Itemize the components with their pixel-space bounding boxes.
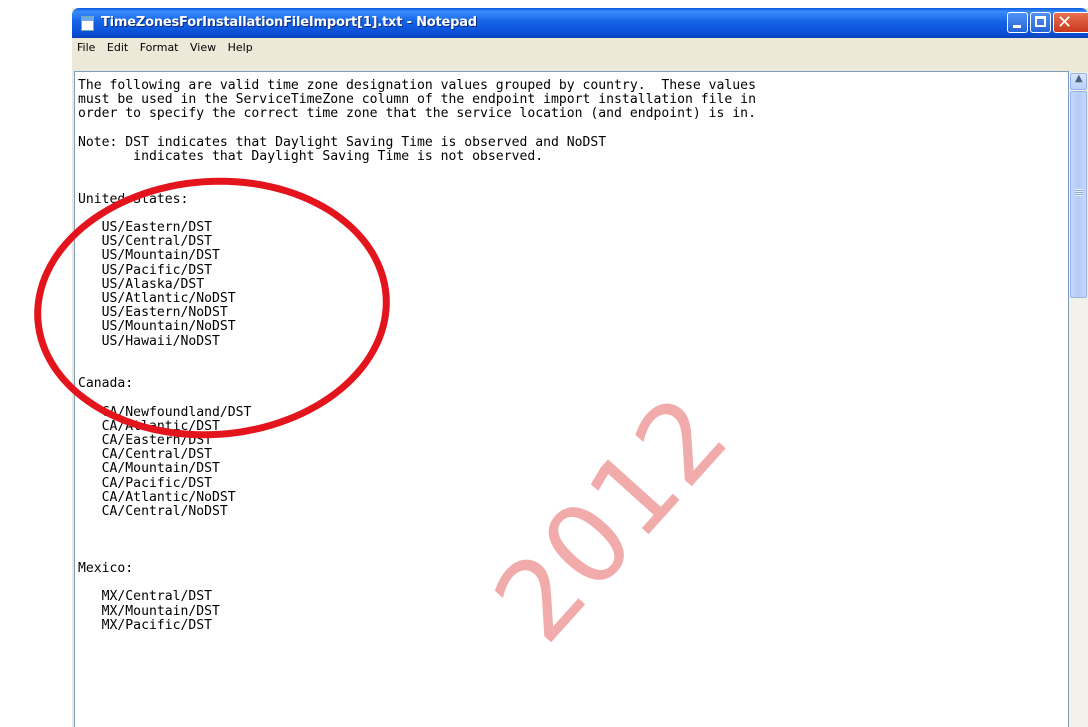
scroll-grip-icon	[1075, 189, 1083, 196]
maximize-icon	[1035, 16, 1046, 27]
menu-format[interactable]: Format	[136, 38, 183, 54]
minimize-icon	[1013, 25, 1021, 28]
scroll-thumb[interactable]	[1070, 91, 1087, 298]
maximize-button[interactable]	[1030, 12, 1051, 33]
window-title: TimeZonesForInstallationFileImport[1].tx…	[101, 15, 477, 30]
menu-file[interactable]: File	[72, 38, 99, 54]
menu-bar: File Edit Format View Help	[72, 38, 1088, 58]
title-bar[interactable]: TimeZonesForInstallationFileImport[1].tx…	[72, 8, 1088, 38]
document-text: The following are valid time zone design…	[78, 78, 756, 633]
scroll-up-arrow-icon: ▲	[1075, 73, 1083, 84]
text-editor[interactable]: The following are valid time zone design…	[75, 72, 1068, 727]
menu-view[interactable]: View	[186, 38, 220, 54]
notepad-window: TimeZonesForInstallationFileImport[1].tx…	[72, 8, 1088, 727]
notepad-icon[interactable]	[81, 16, 94, 31]
scroll-up-button[interactable]: ▲	[1070, 73, 1087, 90]
menu-help[interactable]: Help	[224, 38, 257, 54]
minimize-button[interactable]	[1007, 12, 1028, 33]
menu-edit[interactable]: Edit	[103, 38, 132, 54]
vertical-scrollbar[interactable]: ▲	[1069, 72, 1088, 727]
close-button[interactable]: ✕	[1053, 12, 1088, 33]
close-icon: ✕	[1057, 12, 1073, 33]
